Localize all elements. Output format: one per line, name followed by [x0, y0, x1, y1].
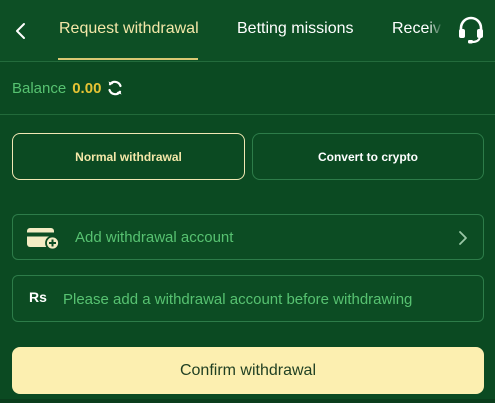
balance-row: Balance 0.00 [12, 78, 124, 98]
tab-overflow-fade [428, 0, 446, 60]
normal-withdrawal-button[interactable]: Normal withdrawal [12, 133, 245, 180]
active-tab-indicator [58, 58, 198, 60]
withdrawal-amount-field: Rs [12, 275, 484, 322]
headset-icon [458, 16, 483, 44]
tab-betting-missions[interactable]: Betting missions [237, 20, 354, 38]
header-tab-bar: Request withdrawal Betting missions Rece… [0, 0, 495, 62]
convert-to-crypto-button[interactable]: Convert to crypto [252, 133, 484, 180]
section-divider [0, 114, 495, 115]
currency-symbol: Rs [29, 289, 47, 305]
back-button[interactable] [8, 18, 32, 44]
chevron-right-icon [459, 231, 467, 245]
balance-value: 0.00 [72, 79, 102, 97]
tab-request-withdrawal[interactable]: Request withdrawal [59, 20, 199, 38]
confirm-withdrawal-button[interactable]: Confirm withdrawal [12, 347, 484, 394]
refresh-icon [108, 80, 123, 96]
withdrawal-amount-input[interactable] [63, 284, 473, 314]
customer-support-button[interactable] [446, 0, 495, 60]
chevron-left-icon [16, 23, 25, 39]
bottom-edge [0, 399, 495, 403]
refresh-balance-button[interactable] [106, 79, 124, 97]
withdrawal-screen: Request withdrawal Betting missions Rece… [0, 0, 495, 403]
add-withdrawal-account-label: Add withdrawal account [75, 229, 234, 246]
add-withdrawal-account-row[interactable]: Add withdrawal account [12, 214, 484, 260]
balance-label: Balance [12, 79, 67, 97]
card-add-icon [27, 228, 60, 250]
